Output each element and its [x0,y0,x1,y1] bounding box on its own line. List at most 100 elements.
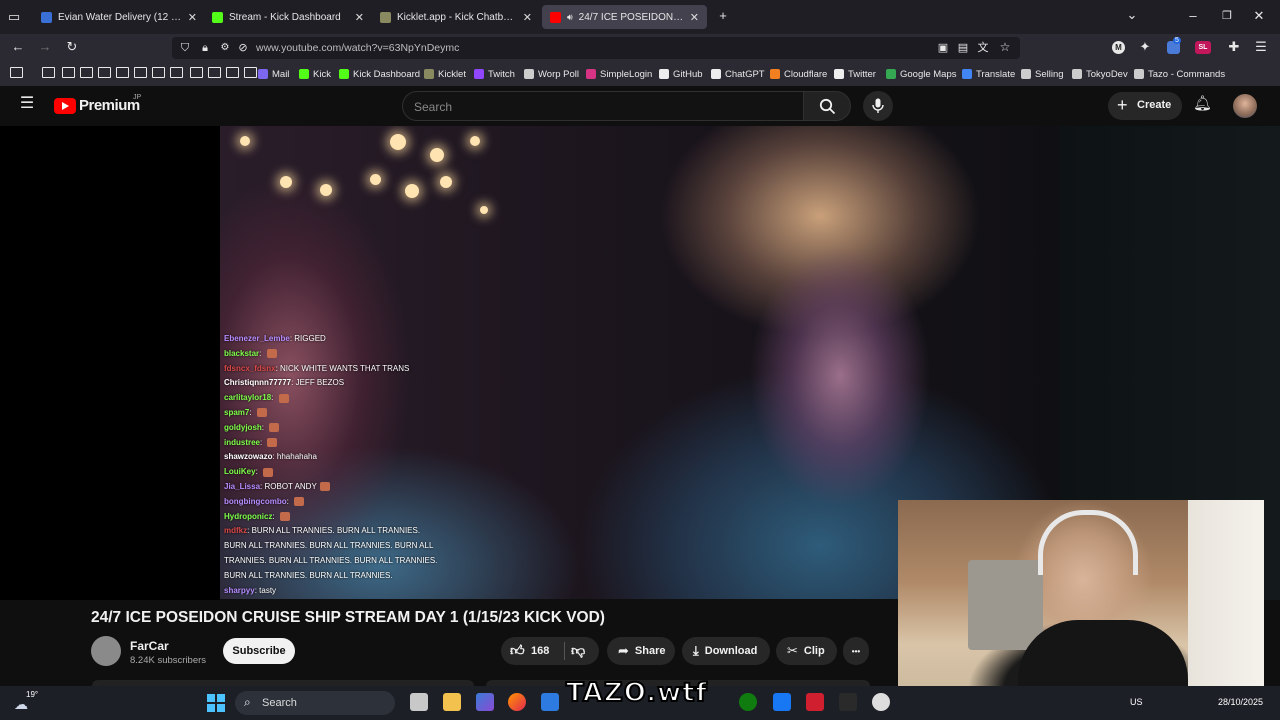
translate-icon[interactable]: 文 [976,41,990,55]
tab-strip: ▭ Evian Water Delivery (12 or 24 li✕Stre… [0,0,1280,34]
bookmark-item[interactable]: Selling [1021,67,1064,81]
taskbar-search-box[interactable]: ⌕ Search [235,691,395,715]
search-button[interactable] [803,91,851,121]
store-icon[interactable] [541,693,559,711]
bookmark-folder-icon[interactable] [244,67,257,78]
extensions-menu-icon[interactable]: ✚ [1227,40,1241,54]
create-button[interactable]: + Create [1108,92,1182,120]
bookmark-folder-icon[interactable] [208,67,221,78]
obs-icon[interactable] [872,693,890,711]
file-explorer-icon[interactable] [443,693,461,711]
chevron-down-icon[interactable]: ⌄ [1125,8,1139,22]
bookmark-folder-icon[interactable] [10,67,23,78]
voice-search-button[interactable] [863,91,893,121]
extension-m-icon[interactable]: M [1112,41,1125,54]
close-tab-icon[interactable]: ✕ [690,11,699,24]
minimize-icon[interactable]: – [1186,9,1200,23]
bookmark-item[interactable]: Tazo - Commands [1134,67,1225,81]
clip-button[interactable]: ✂ Clip [776,637,837,665]
app-icon-red[interactable] [806,693,824,711]
channel-avatar[interactable] [91,636,121,666]
close-window-icon[interactable]: ✕ [1252,9,1266,23]
bookmark-folder-icon[interactable] [226,67,239,78]
shield-icon[interactable]: ⛉ [178,41,192,55]
back-icon[interactable]: ← [10,40,26,54]
hamburger-menu-icon[interactable]: ☰ [19,96,35,112]
thumbs-down-icon[interactable]: 👎︎ [571,642,585,659]
permissions-icon[interactable]: ⚙ [218,41,232,55]
bookmark-folder-icon[interactable] [170,67,183,78]
avatar[interactable] [1233,94,1257,118]
bookmark-folder-icon[interactable] [190,67,203,78]
youtube-logo-icon[interactable] [54,98,76,114]
bookmark-item[interactable]: Kicklet [424,67,466,81]
window-shape [1188,500,1264,706]
picture-in-picture-icon[interactable]: ▣ [936,41,950,55]
new-tab-button[interactable]: + [716,9,730,23]
bookmark-item[interactable]: SimpleLogin [586,67,652,81]
bookmark-folder-icon[interactable] [42,67,55,78]
firefox-icon[interactable] [508,693,526,711]
bookmark-item[interactable]: Twitter [834,67,876,81]
system-date[interactable]: 28/10/2025 [1218,697,1263,707]
tab-list-icon[interactable]: ▭ [7,10,21,24]
copilot-icon[interactable] [476,693,494,711]
divider [564,642,565,660]
tab-3[interactable]: Kicklet.app - Kick Chatbot and C ✕ [372,5,540,29]
bookmark-item[interactable]: Translate [962,67,1015,81]
search-input[interactable]: Search [402,91,804,121]
reader-view-icon[interactable]: ▤ [956,41,970,55]
like-count[interactable]: 168 [531,645,549,657]
app-menu-icon[interactable]: ☰ [1254,40,1268,54]
bookmark-item[interactable]: Kick [299,67,331,81]
restore-icon[interactable]: ❐ [1220,9,1234,23]
bookmark-folder-icon[interactable] [116,67,129,78]
tab-4[interactable]: 🔊︎ 24/7 ICE POSEIDON CRUISE ✕ [542,5,707,29]
bookmark-item[interactable]: TokyoDev [1072,67,1128,81]
forward-icon[interactable]: → [37,40,53,54]
task-view-icon[interactable] [410,693,428,711]
speaker-icon[interactable]: 🔊︎ [567,12,573,23]
close-tab-icon[interactable]: ✕ [188,11,197,24]
extension-puzzle-icon[interactable]: ✦ [1138,40,1152,54]
share-button[interactable]: ➦ Share [607,637,675,665]
channel-name[interactable]: FarCar [130,639,169,653]
close-tab-icon[interactable]: ✕ [355,11,364,24]
bookmark-folder-icon[interactable] [152,67,165,78]
download-button[interactable]: ⤓ Download [682,637,770,665]
muted-tracking-icon[interactable]: ⊘ [236,41,250,55]
more-actions-button[interactable]: ••• [843,637,869,665]
tab-1[interactable]: Evian Water Delivery (12 or 24 li ✕ [33,5,205,29]
thumbs-up-icon[interactable]: 👍︎ [510,642,525,659]
bookmark-folder-icon[interactable] [80,67,93,78]
app-icon[interactable] [773,693,791,711]
subscribe-button[interactable]: Subscribe [223,638,295,664]
tab-2[interactable]: Stream - Kick Dashboard ✕ [204,5,372,29]
xbox-icon[interactable] [739,693,757,711]
reload-icon[interactable]: ↻ [64,40,80,54]
bookmark-item[interactable]: ChatGPT [711,67,765,81]
close-tab-icon[interactable]: ✕ [523,11,532,24]
premium-logo-text[interactable]: Premium [79,97,140,114]
url-bar[interactable]: ⛉ 🔒︎ ⚙ ⊘ www.youtube.com/watch?v=63NpYnD… [172,37,1020,59]
simplelogin-extension-icon[interactable]: SL [1195,41,1211,54]
bookmark-item[interactable]: Kick Dashboard [339,67,420,81]
bookmark-item[interactable]: GitHub [659,67,703,81]
notifications-bell-icon[interactable]: 🔔︎ [1193,96,1212,111]
bookmark-folder-icon[interactable] [134,67,147,78]
chat-username: blackstar [224,348,260,358]
download-label: Download [704,645,758,657]
bookmark-folder-icon[interactable] [62,67,75,78]
url-text[interactable]: www.youtube.com/watch?v=63NpYnDeymc [256,42,459,54]
bookmark-item[interactable]: Cloudflare [770,67,827,81]
bookmark-folder-icon[interactable] [98,67,111,78]
bookmark-item[interactable]: Mail [258,67,289,81]
windows-start-icon[interactable] [207,694,225,712]
bookmark-item[interactable]: Worp Poll [524,67,579,81]
keyboard-locale[interactable]: US [1130,697,1143,707]
bookmark-item[interactable]: Twitch [474,67,515,81]
epic-games-icon[interactable] [839,693,857,711]
bookmark-star-icon[interactable]: ☆ [998,40,1012,54]
bookmark-item[interactable]: Google Maps [886,67,957,81]
lock-icon[interactable]: 🔒︎ [198,41,212,55]
